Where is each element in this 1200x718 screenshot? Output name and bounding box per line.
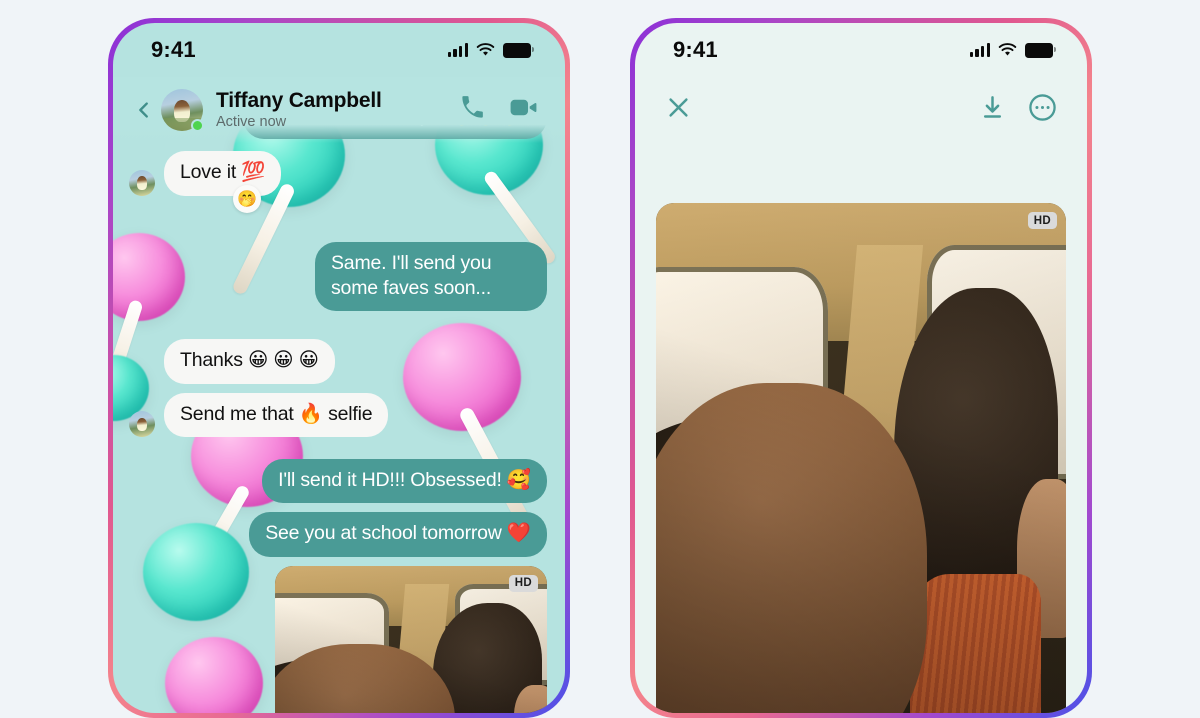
contact-presence: Active now [216, 114, 287, 131]
photo-viewer-image[interactable]: HD [656, 203, 1066, 713]
message-bubble-incoming[interactable]: Send me that 🔥 selfie [164, 392, 389, 438]
status-time: 9:41 [151, 37, 196, 62]
header-actions [459, 92, 539, 128]
message-bubble-incoming[interactable]: Love it 💯 [164, 151, 282, 196]
message-row[interactable]: I'll send it HD!!! Obsessed! 🥰 [129, 459, 547, 504]
message-row[interactable]: See you at school tomorrow ❤️ [129, 512, 547, 557]
sender-avatar [129, 411, 155, 438]
status-indicators [969, 42, 1056, 58]
status-time: 9:41 [673, 37, 718, 62]
photo-viewer-screen: HD 9:41 [635, 23, 1087, 713]
message-row[interactable]: Same. I'll send you some faves soon... [129, 241, 547, 312]
more-options-icon[interactable] [1028, 93, 1057, 127]
status-bar: 9:41 [113, 23, 565, 77]
phone-call-icon[interactable] [459, 94, 486, 126]
wifi-icon [998, 43, 1017, 56]
status-bar: 9:41 [635, 23, 1087, 77]
wifi-icon [476, 43, 495, 56]
battery-icon [1025, 42, 1056, 58]
message-row[interactable]: Send me that 🔥 selfie [129, 392, 547, 438]
selfie-in-car-photo [275, 565, 547, 713]
message-row[interactable]: Thanks 😀 😀 😀 [129, 339, 547, 384]
message-bubble-outgoing[interactable]: Same. I'll send you some faves soon... [315, 241, 547, 312]
message-list[interactable]: I took like a million pics 🎉🎉🎉 Love it 💯… [113, 95, 565, 713]
download-icon[interactable] [979, 94, 1006, 126]
hd-quality-badge: HD [508, 574, 538, 592]
viewer-toolbar [635, 77, 1087, 143]
status-indicators [447, 42, 534, 58]
contact-info[interactable]: Tiffany Campbell Active now [216, 89, 459, 132]
signal-bars-icon [969, 43, 990, 57]
phone-left-frame: I took like a million pics 🎉🎉🎉 Love it 💯… [108, 18, 570, 718]
close-x-icon[interactable] [665, 94, 692, 126]
battery-icon [503, 42, 534, 58]
sender-avatar [129, 169, 155, 196]
phone-right-frame: HD 9:41 [630, 18, 1092, 718]
contact-name: Tiffany Campbell [216, 88, 382, 112]
video-call-icon[interactable] [508, 92, 539, 128]
signal-bars-icon [447, 43, 468, 57]
message-reaction[interactable]: 🤭 [233, 185, 261, 214]
hd-quality-badge: HD [1027, 212, 1057, 229]
photo-attachment[interactable]: HD [275, 565, 547, 713]
chat-header: Tiffany Campbell Active now [113, 77, 565, 143]
message-bubble-incoming[interactable]: Thanks 😀 😀 😀 [164, 339, 335, 384]
online-status-dot [191, 119, 204, 132]
screenshot-stage: I took like a million pics 🎉🎉🎉 Love it 💯… [0, 0, 1200, 718]
avatar[interactable] [161, 89, 204, 132]
viewer-actions [979, 93, 1057, 127]
selfie-in-car-photo [656, 203, 1066, 713]
message-bubble-outgoing[interactable]: I'll send it HD!!! Obsessed! 🥰 [262, 459, 547, 504]
message-bubble-outgoing[interactable]: See you at school tomorrow ❤️ [249, 512, 547, 557]
messenger-chat-screen: I took like a million pics 🎉🎉🎉 Love it 💯… [113, 23, 565, 713]
back-chevron-icon[interactable] [131, 97, 157, 123]
message-row[interactable]: Love it 💯 🤭 [129, 151, 547, 214]
